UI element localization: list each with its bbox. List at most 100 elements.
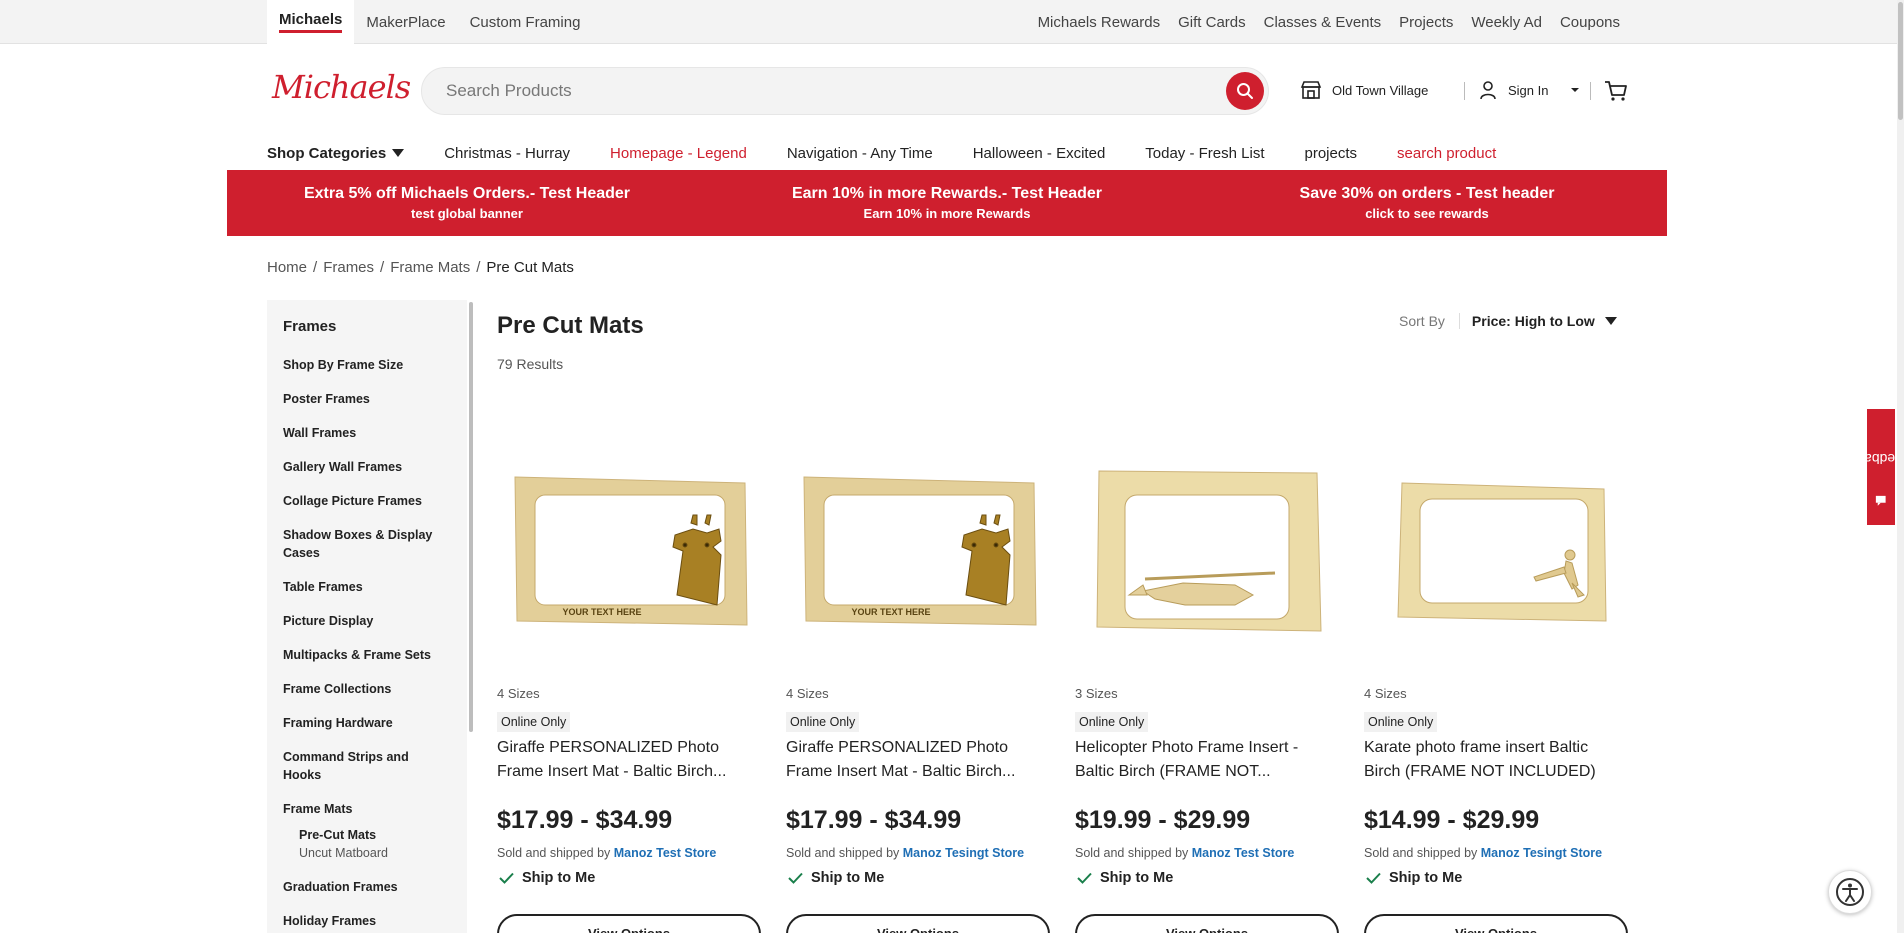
product-price: $14.99 - $29.99 [1364, 806, 1540, 834]
sidebar-item[interactable]: Frame Mats [283, 800, 443, 818]
product-image[interactable]: YOUR TEXT HERE [786, 420, 1050, 670]
product-image[interactable] [1364, 420, 1628, 670]
product-card[interactable]: YOUR TEXT HERE 4 Sizes Online Only Giraf… [497, 420, 761, 933]
sidebar-item[interactable]: Shadow Boxes & Display Cases [283, 526, 443, 562]
sidebar-item[interactable]: Collage Picture Frames [283, 492, 443, 510]
sidebar-title[interactable]: Frames [283, 318, 336, 335]
check-icon [1366, 872, 1381, 884]
shop-categories-menu[interactable]: Shop Categories [267, 145, 405, 162]
sidebar-item[interactable]: Shop By Frame Size [283, 356, 443, 374]
sidebar-scrollbar[interactable] [469, 302, 473, 732]
site-header: Michaels Old Town Village Sign In [0, 44, 1904, 136]
view-options-button[interactable]: View Options [497, 914, 761, 933]
nav-today[interactable]: Today - Fresh List [1145, 145, 1264, 162]
breadcrumb-frame-mats[interactable]: Frame Mats [390, 259, 470, 276]
sidebar-item[interactable]: Wall Frames [283, 424, 443, 442]
seller-link[interactable]: Manoz Test Store [1192, 846, 1295, 860]
tab-michaels[interactable]: Michaels [267, 0, 355, 44]
sidebar-item[interactable]: Frame Collections [283, 680, 443, 698]
search-input[interactable] [446, 68, 1206, 114]
svg-text:YOUR TEXT HERE: YOUR TEXT HERE [562, 607, 641, 617]
michaels-logo[interactable]: Michaels [272, 68, 411, 106]
breadcrumb-separator: / [380, 259, 385, 276]
link-gift-cards[interactable]: Gift Cards [1178, 14, 1246, 31]
product-image[interactable]: YOUR TEXT HERE [497, 420, 761, 670]
seller-info: Sold and shipped by Manoz Tesingt Store [786, 846, 1025, 860]
accessibility-button[interactable] [1828, 870, 1872, 914]
product-name[interactable]: Helicopter Photo Frame Insert - Baltic B… [1075, 736, 1339, 784]
nav-projects[interactable]: projects [1305, 145, 1358, 162]
online-only-badge: Online Only [786, 712, 860, 732]
sidebar-subitem[interactable]: Uncut Matboard [283, 844, 443, 862]
link-michaels-rewards[interactable]: Michaels Rewards [1038, 14, 1161, 31]
scrollbar-thumb[interactable] [1898, 2, 1903, 120]
sign-in-menu[interactable]: Sign In [1478, 80, 1580, 100]
view-options-button[interactable]: View Options [786, 914, 1050, 933]
utility-bar: Michaels MakerPlace Custom Framing Micha… [0, 0, 1904, 44]
breadcrumb-separator: / [313, 259, 318, 276]
nav-search-product[interactable]: search product [1397, 145, 1496, 162]
tab-makerplace[interactable]: MakerPlace [354, 0, 457, 44]
link-classes-events[interactable]: Classes & Events [1264, 14, 1382, 31]
sidebar-item[interactable]: Framing Hardware [283, 714, 443, 732]
ship-to-me: Ship to Me [1077, 870, 1173, 886]
store-selector[interactable]: Old Town Village [1300, 80, 1428, 100]
sidebar-item[interactable]: Graduation Frames [283, 878, 443, 896]
promo-banner: Extra 5% off Michaels Orders.- Test Head… [227, 170, 1667, 236]
feedback-tab[interactable]: Feedback [1850, 409, 1904, 525]
size-count: 4 Sizes [1364, 686, 1407, 701]
size-count: 4 Sizes [497, 686, 540, 701]
online-only-badge: Online Only [1364, 712, 1438, 732]
product-name[interactable]: Giraffe PERSONALIZED Photo Frame Insert … [786, 736, 1050, 784]
promo-item[interactable]: Extra 5% off Michaels Orders.- Test Head… [227, 170, 707, 236]
product-image[interactable] [1075, 420, 1339, 670]
sidebar-subitem-active[interactable]: Pre-Cut Mats [283, 826, 443, 844]
size-count: 3 Sizes [1075, 686, 1118, 701]
sort-dropdown[interactable]: Price: High to Low [1472, 313, 1617, 329]
cart-icon [1605, 81, 1627, 101]
nav-navigation[interactable]: Navigation - Any Time [787, 145, 933, 162]
sign-in-label: Sign In [1508, 82, 1549, 98]
site-tabs: Michaels MakerPlace Custom Framing [267, 0, 592, 44]
sidebar-item[interactable]: Poster Frames [283, 390, 443, 408]
nav-halloween[interactable]: Halloween - Excited [973, 145, 1106, 162]
product-name[interactable]: Karate photo frame insert Baltic Birch (… [1364, 736, 1628, 784]
divider [1590, 82, 1591, 100]
view-options-button[interactable]: View Options [1075, 914, 1339, 933]
frame-mat-image: YOUR TEXT HERE [803, 476, 1037, 626]
store-icon [1300, 81, 1322, 99]
tab-custom-framing[interactable]: Custom Framing [458, 0, 593, 44]
sidebar-item[interactable]: Gallery Wall Frames [283, 458, 443, 476]
nav-christmas[interactable]: Christmas - Hurray [444, 145, 570, 162]
sidebar-item[interactable]: Command Strips and Hooks [283, 748, 443, 784]
promo-item[interactable]: Earn 10% in more Rewards.- Test Header E… [707, 170, 1187, 236]
sidebar-item[interactable]: Multipacks & Frame Sets [283, 646, 443, 664]
breadcrumb: Home / Frames / Frame Mats / Pre Cut Mat… [267, 259, 574, 276]
search-button[interactable] [1226, 72, 1264, 110]
seller-link[interactable]: Manoz Tesingt Store [903, 846, 1024, 860]
product-card[interactable]: YOUR TEXT HERE 4 Sizes Online Only Giraf… [786, 420, 1050, 933]
breadcrumb-frames[interactable]: Frames [323, 259, 374, 276]
product-card[interactable]: 4 Sizes Online Only Karate photo frame i… [1364, 420, 1628, 933]
product-price: $17.99 - $34.99 [786, 806, 962, 834]
link-projects[interactable]: Projects [1399, 14, 1453, 31]
link-weekly-ad[interactable]: Weekly Ad [1471, 14, 1542, 31]
breadcrumb-home[interactable]: Home [267, 259, 307, 276]
product-card[interactable]: 3 Sizes Online Only Helicopter Photo Fra… [1075, 420, 1339, 933]
product-name[interactable]: Giraffe PERSONALIZED Photo Frame Insert … [497, 736, 761, 784]
user-icon [1480, 81, 1496, 100]
sidebar-item[interactable]: Holiday Frames [283, 912, 443, 930]
seller-link[interactable]: Manoz Test Store [614, 846, 717, 860]
seller-link[interactable]: Manoz Tesingt Store [1481, 846, 1602, 860]
link-coupons[interactable]: Coupons [1560, 14, 1620, 31]
nav-homepage[interactable]: Homepage - Legend [610, 145, 747, 162]
page-scrollbar[interactable] [1897, 0, 1904, 933]
promo-item[interactable]: Save 30% on orders - Test header click t… [1187, 170, 1667, 236]
ship-to-me: Ship to Me [1366, 870, 1462, 886]
sidebar-item[interactable]: Table Frames [283, 578, 443, 596]
frame-mat-image [1096, 470, 1322, 632]
sidebar-item[interactable]: Picture Display [283, 612, 443, 630]
cart-button[interactable] [1604, 80, 1628, 107]
caret-down-icon [392, 149, 405, 157]
view-options-button[interactable]: View Options [1364, 914, 1628, 933]
